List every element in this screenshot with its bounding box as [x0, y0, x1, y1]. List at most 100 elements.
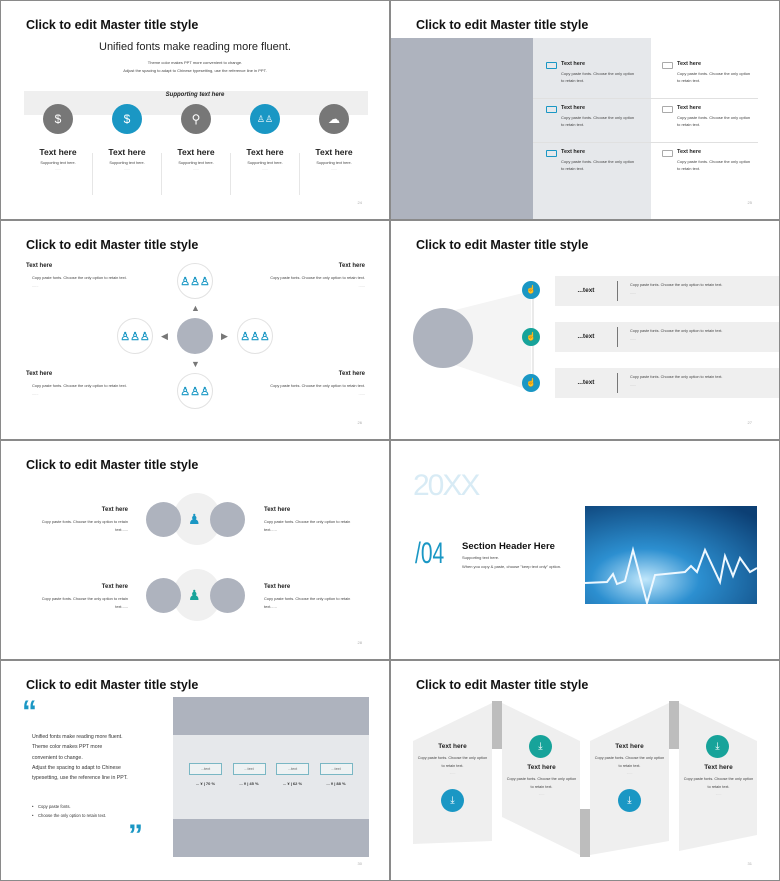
image-placeholder[interactable] [210, 502, 245, 537]
stat-label-box[interactable]: ...text [232, 763, 266, 775]
image-placeholder[interactable] [413, 308, 473, 368]
item-text: Copy paste fonts. Choose the only option… [594, 756, 665, 768]
slide-grid: Click to edit Master title style Unified… [0, 0, 780, 881]
section-slide[interactable]: 20XX /04 Section Header Here Supporting … [391, 441, 779, 659]
block-bullet: ...... [358, 282, 366, 288]
monitor-icon [662, 150, 673, 157]
section-number: /04 [415, 537, 445, 570]
item-text: Supporting text here. [109, 161, 145, 165]
team-icon: ♙♙♙ [177, 373, 213, 409]
row-bullet: ...... [630, 291, 637, 295]
item-title: Text here [677, 61, 702, 67]
item-dash: ...... [193, 167, 199, 171]
download-icon: ⤓ [706, 735, 729, 758]
paragraph-line: Adjust the spacing to adapt to Chinese [32, 764, 121, 771]
year-watermark: 20XX [413, 469, 480, 502]
item-text: Supporting text here. [316, 161, 352, 165]
team-icon: ♙♙♙ [177, 263, 213, 299]
page-number: 28 [357, 640, 362, 645]
stats-panel [173, 735, 369, 819]
page-number: 31 [747, 861, 752, 866]
image-placeholder[interactable] [146, 578, 181, 613]
item-title: Text here [527, 764, 556, 771]
item-title: Text here [108, 147, 146, 157]
band-label: Supporting text here [165, 92, 225, 98]
text-block: Text here Copy paste fonts. Choose the on… [26, 371, 157, 398]
block-title: Text here [26, 263, 53, 269]
stat-value: ... ¥ | 88 % [326, 781, 346, 786]
text-block: Text here Copy paste fonts. Choose the on… [264, 507, 364, 534]
center-image-placeholder[interactable] [177, 318, 213, 354]
image-placeholder-bottom[interactable] [173, 819, 369, 857]
slide-title: Click to edit Master title style [26, 238, 199, 252]
divider [161, 153, 162, 195]
item-text: Copy paste fonts. Choose the only option… [506, 777, 577, 789]
row-divider [617, 327, 618, 347]
slide-24[interactable]: Click to edit Master title style Unified… [1, 1, 389, 219]
bullet-item: Choose the only option to retain text. [32, 812, 106, 821]
block-bullet: ...... [32, 390, 39, 396]
block-title: Text here [264, 584, 291, 590]
slide-28[interactable]: Click to edit Master title style ♟ ♟ Tex… [1, 441, 389, 659]
block-title: Text here [264, 507, 291, 513]
slide-30[interactable]: Click to edit Master title style “ ” Uni… [1, 661, 389, 880]
team-icon: ♙♙ [250, 104, 280, 134]
item-dash: ...... [55, 167, 61, 171]
item-text: Copy paste fonts. Choose the only option… [677, 71, 751, 83]
item-text: Copy paste fonts. Choose the only option… [561, 115, 635, 127]
image-placeholder-top[interactable] [173, 697, 369, 735]
text-block: Text here Copy paste fonts. Choose the on… [28, 584, 128, 611]
divider [299, 153, 300, 195]
monitor-icon [546, 62, 557, 69]
slide-31[interactable]: Click to edit Master title style ⤓ ⤓ ⤓ ⤓… [391, 661, 779, 880]
slide-25[interactable]: Click to edit Master title style Text he… [391, 1, 779, 219]
arrow-right-icon: ▶ [221, 331, 228, 341]
text-block: Text here Copy paste fonts. Choose the on… [234, 263, 365, 290]
bullet-list: Copy paste fonts.Choose the only option … [32, 803, 106, 820]
touch-icon: ☝ [522, 281, 540, 299]
image-placeholder[interactable] [146, 502, 181, 537]
page-number: 27 [747, 420, 752, 425]
image-placeholder[interactable] [210, 578, 245, 613]
slide-27[interactable]: Click to edit Master title style ☝ ☝ ☝ .… [391, 221, 779, 439]
slide-26[interactable]: Click to edit Master title style Text he… [1, 221, 389, 439]
bullet-item: Copy paste fonts. [32, 803, 106, 812]
stat-value: ... ¥ | 62 % [282, 781, 303, 786]
paragraph-line: Theme color makes PPT more [32, 744, 103, 751]
block-bullet: ...... [32, 282, 39, 288]
page-number: 26 [357, 420, 362, 425]
item-text: Copy paste fonts. Choose the only option… [677, 115, 751, 127]
paragraph-line: convenient to change. [32, 754, 83, 761]
block-text: Copy paste fonts. Choose the only option… [264, 596, 351, 609]
section-sub-2: When you copy & paste, choose "keep text… [462, 564, 562, 569]
item-title: Text here [177, 147, 215, 157]
item-text: Copy paste fonts. Choose the only option… [683, 777, 754, 789]
item-text: Copy paste fonts. Choose the only option… [417, 756, 488, 768]
item-dash: ...... [331, 167, 337, 171]
stat-label-box[interactable]: ...text [189, 763, 222, 775]
stat-value: ... ¥ | 70 % [195, 781, 216, 786]
row-divider [617, 281, 618, 301]
monitor-icon [662, 106, 673, 113]
download-icon: ⤓ [618, 789, 641, 812]
download-icon: ⤓ [441, 789, 464, 812]
item-text: Supporting text here. [40, 161, 76, 165]
block-title: Text here [101, 507, 128, 513]
location-pin-icon: ⚲ [181, 104, 211, 134]
block-text: Copy paste fonts. Choose the only option… [41, 519, 128, 532]
monitor-icon [662, 62, 673, 69]
block-bullet: Copy paste fonts. Choose the only option… [32, 383, 127, 388]
team-icon: ♙♙♙ [237, 318, 273, 354]
item-title: Text here [39, 147, 77, 157]
divider [230, 153, 231, 195]
download-icon: ⤓ [529, 735, 552, 758]
stat-label-box[interactable]: ...text [276, 763, 309, 775]
cloud-network-icon: ☁ [319, 104, 349, 134]
quote-paragraph: Unified fonts make reading more fluent. T… [32, 732, 128, 783]
section-header: Section Header Here [462, 541, 555, 552]
user-icon: ♟ [188, 587, 201, 603]
item-text: Copy paste fonts. Choose the only option… [677, 159, 751, 171]
image-placeholder[interactable] [391, 38, 533, 219]
text-block: Text here Copy paste fonts. Choose the on… [264, 584, 364, 611]
stat-label-box[interactable]: ...text [319, 763, 353, 775]
